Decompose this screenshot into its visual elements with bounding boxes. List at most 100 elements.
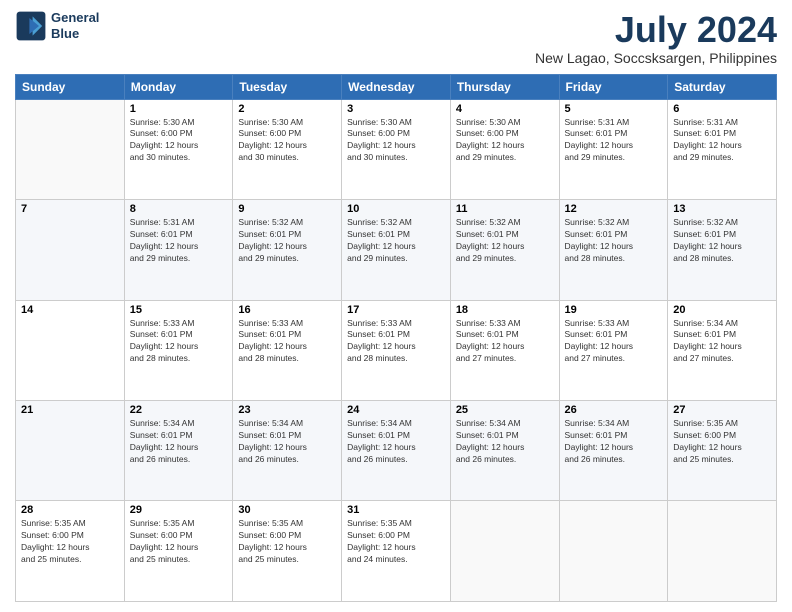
day-number: 20: [673, 304, 771, 316]
calendar-cell: 15 Sunrise: 5:33 AM Sunset: 6:01 PM Dayli…: [124, 300, 233, 400]
day-number: 19: [565, 304, 663, 316]
day-info: Sunrise: 5:33 AM Sunset: 6:01 PM Dayligh…: [347, 318, 445, 366]
calendar-cell: 10 Sunrise: 5:32 AM Sunset: 6:01 PM Dayli…: [342, 200, 451, 300]
day-info: Sunrise: 5:35 AM Sunset: 6:00 PM Dayligh…: [238, 518, 336, 566]
calendar-cell: 23Sunrise: 5:34 AM Sunset: 6:01 PM Dayli…: [233, 401, 342, 501]
calendar-week-row: 21 22 Sunrise: 5:34 AM Sunset: 6:01 PM Day…: [16, 401, 777, 501]
day-number: 31: [347, 504, 445, 516]
day-info: Sunrise: 5:34 AM Sunset: 6:01 PM Dayligh…: [238, 418, 336, 466]
calendar-cell: [668, 501, 777, 602]
calendar-cell: 4 Sunrise: 5:30 AM Sunset: 6:00 PM Daylig…: [450, 99, 559, 199]
day-number: 24: [347, 404, 445, 416]
day-info: Sunrise: 5:34 AM Sunset: 6:01 PM Dayligh…: [673, 318, 771, 366]
calendar-cell: 11Sunrise: 5:32 AM Sunset: 6:01 PM Dayli…: [450, 200, 559, 300]
calendar-cell: 3Sunrise: 5:30 AM Sunset: 6:00 PM Daylig…: [342, 99, 451, 199]
day-number: 18: [456, 304, 554, 316]
day-info: Sunrise: 5:31 AM Sunset: 6:01 PM Dayligh…: [565, 117, 663, 165]
calendar-cell: 19 Sunrise: 5:33 AM Sunset: 6:01 PM Dayli…: [559, 300, 668, 400]
calendar-week-row: 28 Sunrise: 5:35 AM Sunset: 6:00 PM Dayli…: [16, 501, 777, 602]
calendar-cell: 5 Sunrise: 5:31 AM Sunset: 6:01 PM Daylig…: [559, 99, 668, 199]
weekday-header-cell: Sunday: [16, 74, 125, 99]
calendar-cell: [559, 501, 668, 602]
day-info: Sunrise: 5:34 AM Sunset: 6:01 PM Dayligh…: [130, 418, 228, 466]
weekday-header-cell: Tuesday: [233, 74, 342, 99]
day-number: 5: [565, 103, 663, 115]
weekday-header-cell: Thursday: [450, 74, 559, 99]
calendar-cell: 26Sunrise: 5:34 AM Sunset: 6:01 PM Dayli…: [559, 401, 668, 501]
day-info: Sunrise: 5:33 AM Sunset: 6:01 PM Dayligh…: [456, 318, 554, 366]
weekday-header-row: SundayMondayTuesdayWednesdayThursdayFrid…: [16, 74, 777, 99]
day-info: Sunrise: 5:32 AM Sunset: 6:01 PM Dayligh…: [673, 217, 771, 265]
day-number: 15: [130, 304, 228, 316]
day-number: 30: [238, 504, 336, 516]
calendar-cell: 9 Sunrise: 5:32 AM Sunset: 6:01 PM Daylig…: [233, 200, 342, 300]
day-number: 2: [238, 103, 336, 115]
calendar-cell: 13Sunrise: 5:32 AM Sunset: 6:01 PM Dayli…: [668, 200, 777, 300]
day-info: Sunrise: 5:30 AM Sunset: 6:00 PM Dayligh…: [456, 117, 554, 165]
day-number: 6: [673, 103, 771, 115]
day-info: Sunrise: 5:31 AM Sunset: 6:01 PM Dayligh…: [673, 117, 771, 165]
calendar-cell: 22 Sunrise: 5:34 AM Sunset: 6:01 PM Dayli…: [124, 401, 233, 501]
calendar-cell: 16 Sunrise: 5:33 AM Sunset: 6:01 PM Dayli…: [233, 300, 342, 400]
logo-text: General Blue: [51, 10, 99, 41]
day-number: 25: [456, 404, 554, 416]
calendar-week-row: 78 Sunrise: 5:31 AM Sunset: 6:01 PM Dayli…: [16, 200, 777, 300]
day-info: Sunrise: 5:35 AM Sunset: 6:00 PM Dayligh…: [21, 518, 119, 566]
day-info: Sunrise: 5:30 AM Sunset: 6:00 PM Dayligh…: [238, 117, 336, 165]
day-info: Sunrise: 5:33 AM Sunset: 6:01 PM Dayligh…: [238, 318, 336, 366]
day-number: 1: [130, 103, 228, 115]
title-block: July 2024 New Lagao, Soccsksargen, Phili…: [535, 10, 777, 66]
day-number: 14: [21, 304, 119, 316]
weekday-header-cell: Friday: [559, 74, 668, 99]
day-number: 28: [21, 504, 119, 516]
day-info: Sunrise: 5:30 AM Sunset: 6:00 PM Dayligh…: [130, 117, 228, 165]
day-info: Sunrise: 5:32 AM Sunset: 6:01 PM Dayligh…: [238, 217, 336, 265]
calendar-cell: 20 Sunrise: 5:34 AM Sunset: 6:01 PM Dayli…: [668, 300, 777, 400]
calendar-cell: 1 Sunrise: 5:30 AM Sunset: 6:00 PM Daylig…: [124, 99, 233, 199]
day-info: Sunrise: 5:31 AM Sunset: 6:01 PM Dayligh…: [130, 217, 228, 265]
weekday-header-cell: Monday: [124, 74, 233, 99]
logo: General Blue: [15, 10, 99, 42]
logo-icon: [15, 10, 47, 42]
calendar-table: SundayMondayTuesdayWednesdayThursdayFrid…: [15, 74, 777, 602]
calendar-cell: 21: [16, 401, 125, 501]
calendar-week-row: 1 Sunrise: 5:30 AM Sunset: 6:00 PM Daylig…: [16, 99, 777, 199]
calendar-cell: 25 Sunrise: 5:34 AM Sunset: 6:01 PM Dayli…: [450, 401, 559, 501]
calendar-cell: 14: [16, 300, 125, 400]
calendar-cell: [450, 501, 559, 602]
day-number: 12: [565, 203, 663, 215]
day-number: 9: [238, 203, 336, 215]
day-number: 27: [673, 404, 771, 416]
calendar-cell: 17 Sunrise: 5:33 AM Sunset: 6:01 PM Dayli…: [342, 300, 451, 400]
day-info: Sunrise: 5:33 AM Sunset: 6:01 PM Dayligh…: [130, 318, 228, 366]
day-number: 22: [130, 404, 228, 416]
day-number: 10: [347, 203, 445, 215]
day-info: Sunrise: 5:32 AM Sunset: 6:01 PM Dayligh…: [347, 217, 445, 265]
calendar-cell: 31Sunrise: 5:35 AM Sunset: 6:00 PM Dayli…: [342, 501, 451, 602]
day-info: Sunrise: 5:30 AM Sunset: 6:00 PM Dayligh…: [347, 117, 445, 165]
calendar-cell: 29Sunrise: 5:35 AM Sunset: 6:00 PM Dayli…: [124, 501, 233, 602]
day-number: 8: [130, 203, 228, 215]
calendar-week-row: 14 15 Sunrise: 5:33 AM Sunset: 6:01 PM Day…: [16, 300, 777, 400]
day-info: Sunrise: 5:34 AM Sunset: 6:01 PM Dayligh…: [456, 418, 554, 466]
calendar-cell: 18 Sunrise: 5:33 AM Sunset: 6:01 PM Dayli…: [450, 300, 559, 400]
calendar-cell: 2 Sunrise: 5:30 AM Sunset: 6:00 PM Daylig…: [233, 99, 342, 199]
day-info: Sunrise: 5:35 AM Sunset: 6:00 PM Dayligh…: [673, 418, 771, 466]
day-number: 11: [456, 203, 554, 215]
day-number: 21: [21, 404, 119, 416]
day-info: Sunrise: 5:35 AM Sunset: 6:00 PM Dayligh…: [130, 518, 228, 566]
day-info: Sunrise: 5:33 AM Sunset: 6:01 PM Dayligh…: [565, 318, 663, 366]
calendar-cell: 24Sunrise: 5:34 AM Sunset: 6:01 PM Dayli…: [342, 401, 451, 501]
calendar-cell: 27 Sunrise: 5:35 AM Sunset: 6:00 PM Dayli…: [668, 401, 777, 501]
weekday-header-cell: Saturday: [668, 74, 777, 99]
calendar-title: July 2024: [535, 10, 777, 50]
day-number: 4: [456, 103, 554, 115]
calendar-cell: 28 Sunrise: 5:35 AM Sunset: 6:00 PM Dayli…: [16, 501, 125, 602]
day-number: 7: [21, 203, 119, 215]
day-number: 16: [238, 304, 336, 316]
calendar-cell: 30 Sunrise: 5:35 AM Sunset: 6:00 PM Dayli…: [233, 501, 342, 602]
day-number: 17: [347, 304, 445, 316]
calendar-cell: 12 Sunrise: 5:32 AM Sunset: 6:01 PM Dayli…: [559, 200, 668, 300]
day-number: 26: [565, 404, 663, 416]
day-info: Sunrise: 5:32 AM Sunset: 6:01 PM Dayligh…: [565, 217, 663, 265]
